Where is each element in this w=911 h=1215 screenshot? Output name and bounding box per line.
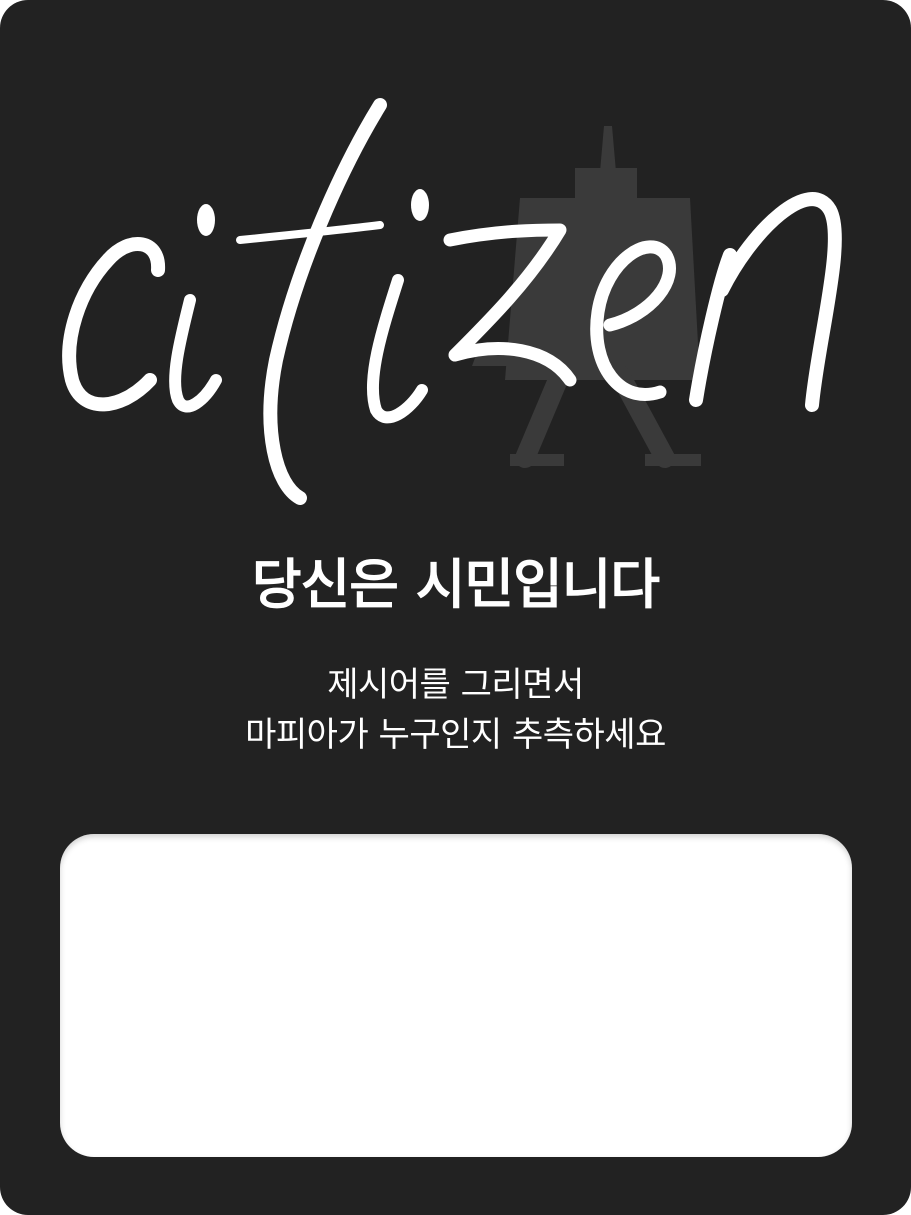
description-line: 제시어를 그리면서 <box>327 665 584 705</box>
role-artwork <box>62 98 842 505</box>
description-line: 마피아가 누구인지 추측하세요 <box>245 715 666 755</box>
role-description: 제시어를 그리면서 마피아가 누구인지 추측하세요 <box>0 660 911 760</box>
role-title: 당신은 시민입니다 <box>251 553 660 616</box>
citizen-logo <box>62 98 842 505</box>
role-card: 당신은 시민입니다 제시어를 그리면서 마피아가 누구인지 추측하세요 <box>0 0 911 1215</box>
keyword-panel <box>60 834 852 1157</box>
